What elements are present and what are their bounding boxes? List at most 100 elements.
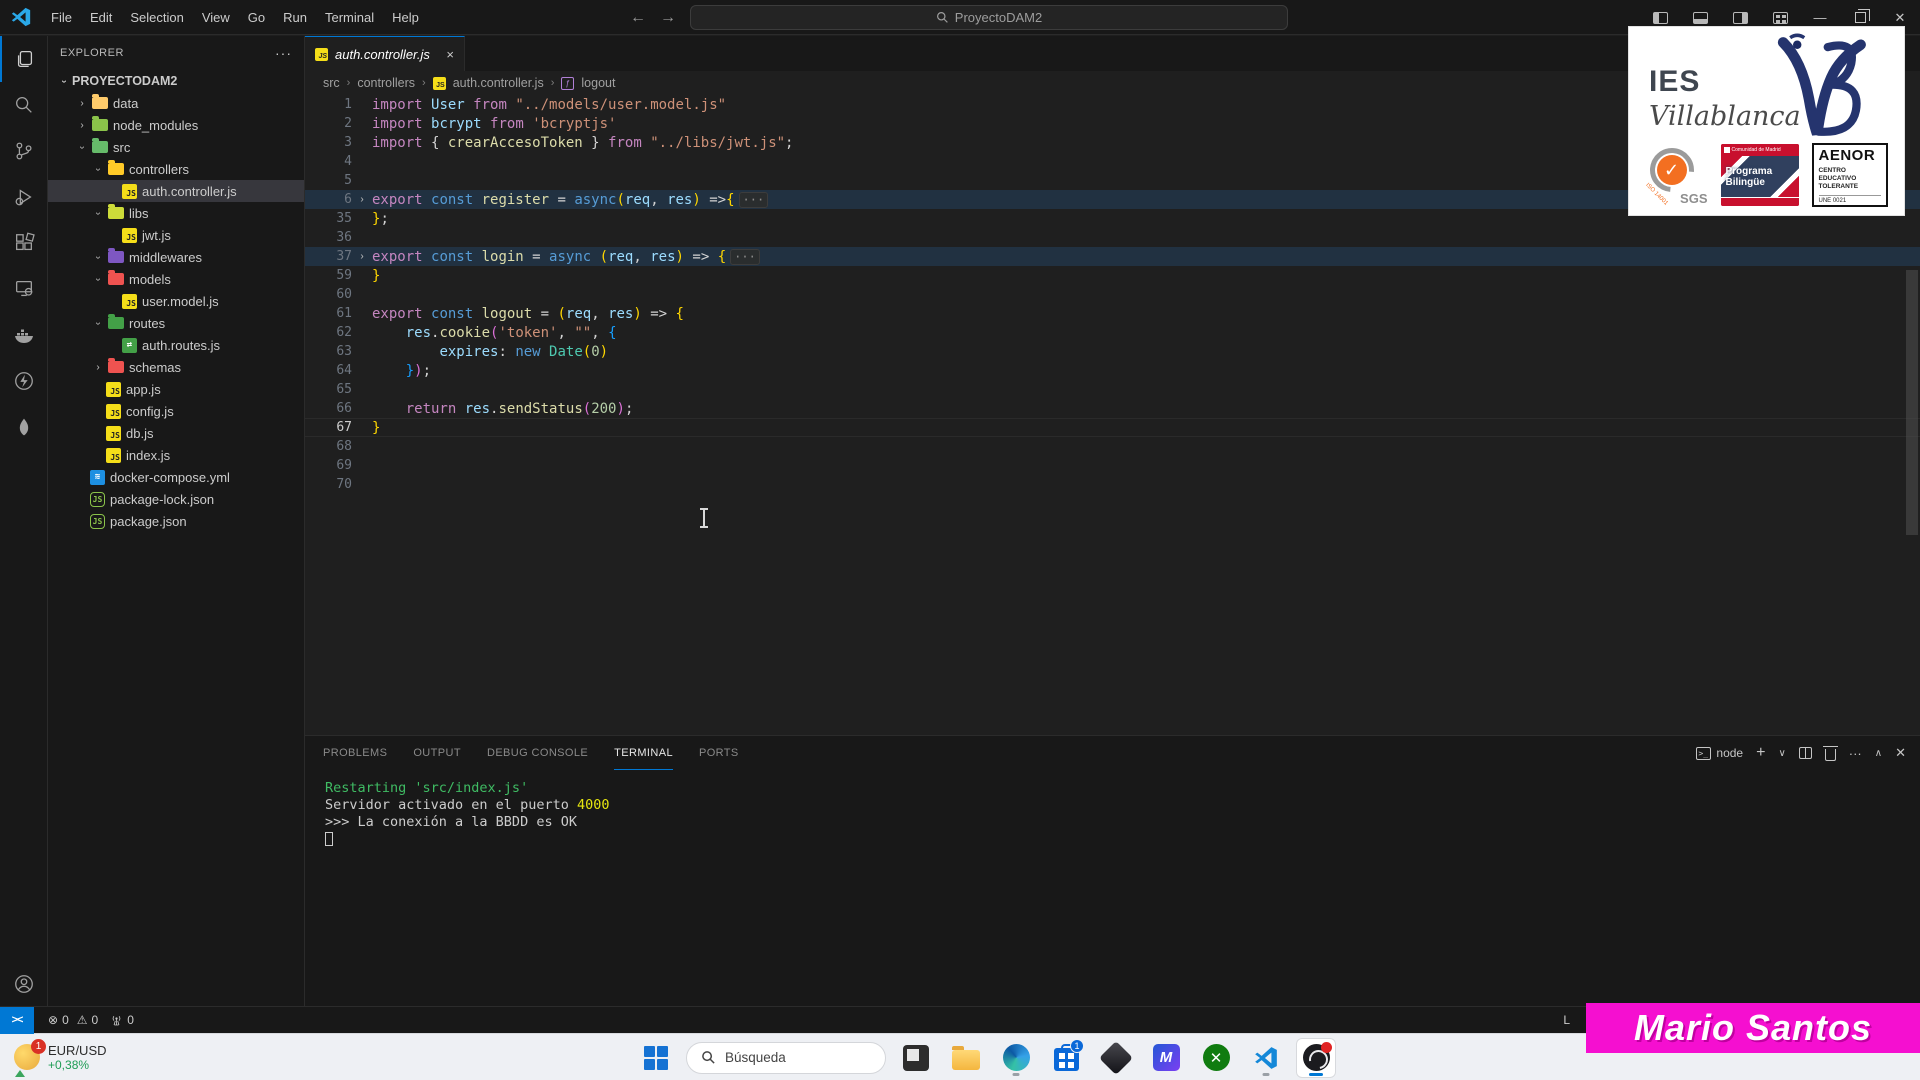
tree-item-data[interactable]: ›data xyxy=(48,92,304,114)
remote-indicator[interactable]: >< xyxy=(0,1007,34,1034)
tree-item-app-js[interactable]: JSapp.js xyxy=(48,378,304,400)
panel-tab-debug-console[interactable]: DEBUG CONSOLE xyxy=(487,736,588,770)
explorer-more-actions-icon[interactable]: ··· xyxy=(275,45,292,61)
code-line-69[interactable]: 69 xyxy=(305,456,1920,475)
taskbar-app-edge[interactable] xyxy=(996,1038,1036,1078)
panel-close-icon[interactable]: ✕ xyxy=(1895,745,1906,761)
explorer-icon[interactable] xyxy=(0,36,48,82)
terminal-output[interactable]: Restarting 'src/index.js'Servidor activa… xyxy=(305,770,1920,848)
code-line-68[interactable]: 68 xyxy=(305,437,1920,456)
panel-tab-terminal[interactable]: TERMINAL xyxy=(614,736,673,770)
ports-status[interactable]: 0 xyxy=(104,1013,140,1027)
taskbar-app-store[interactable]: 1 xyxy=(1046,1038,1086,1078)
line-number[interactable]: 66 xyxy=(305,401,352,416)
breadcrumb-src[interactable]: src xyxy=(323,76,340,90)
tree-item-package-lock-json[interactable]: JSpackage-lock.json xyxy=(48,488,304,510)
code-line-63[interactable]: 63 expires: new Date(0) xyxy=(305,342,1920,361)
panel-tab-problems[interactable]: PROBLEMS xyxy=(323,736,387,770)
menu-help[interactable]: Help xyxy=(383,0,428,35)
tree-item-controllers[interactable]: ›controllers xyxy=(48,158,304,180)
run-debug-icon[interactable] xyxy=(0,174,48,220)
tree-item-auth-routes-js[interactable]: ⇄auth.routes.js xyxy=(48,334,304,356)
code-line-36[interactable]: 36 xyxy=(305,228,1920,247)
panel-tab-output[interactable]: OUTPUT xyxy=(413,736,461,770)
menu-file[interactable]: File xyxy=(42,0,81,35)
terminal-process[interactable]: >_ node xyxy=(1696,746,1743,760)
mongodb-icon[interactable] xyxy=(0,404,48,450)
line-number[interactable]: 67 xyxy=(305,420,352,435)
tree-item-package-json[interactable]: JSpackage.json xyxy=(48,510,304,532)
line-number[interactable]: 60 xyxy=(305,287,352,302)
code-line-37[interactable]: 37›export const login = async (req, res)… xyxy=(305,247,1920,266)
taskbar-app-gem[interactable] xyxy=(1096,1038,1136,1078)
code-line-64[interactable]: 64 }); xyxy=(305,361,1920,380)
docker-icon[interactable] xyxy=(0,312,48,358)
kill-terminal-icon[interactable] xyxy=(1825,749,1836,761)
tree-item-models[interactable]: ›models xyxy=(48,268,304,290)
menu-go[interactable]: Go xyxy=(239,0,274,35)
tree-item-index-js[interactable]: JSindex.js xyxy=(48,444,304,466)
nav-forward-icon[interactable]: → xyxy=(660,9,676,27)
line-number[interactable]: 4 xyxy=(305,154,352,169)
editor-scrollbar[interactable] xyxy=(1906,270,1918,535)
line-number[interactable]: 70 xyxy=(305,477,352,492)
fold-chevron-icon[interactable]: › xyxy=(352,194,372,205)
taskbar-app-xbox[interactable]: ✕ xyxy=(1196,1038,1236,1078)
code-line-66[interactable]: 66 return res.sendStatus(200); xyxy=(305,399,1920,418)
nav-back-icon[interactable]: ← xyxy=(630,9,646,27)
breadcrumb-file[interactable]: auth.controller.js xyxy=(453,76,544,90)
line-number[interactable]: 61 xyxy=(305,306,352,321)
menu-selection[interactable]: Selection xyxy=(121,0,192,35)
tree-item-config-js[interactable]: JSconfig.js xyxy=(48,400,304,422)
tab-close-icon[interactable]: × xyxy=(446,47,454,62)
tree-item-schemas[interactable]: ›schemas xyxy=(48,356,304,378)
problems-status[interactable]: ⊗0 ⚠0 xyxy=(42,1013,104,1027)
menu-terminal[interactable]: Terminal xyxy=(316,0,383,35)
tree-item-libs[interactable]: ›libs xyxy=(48,202,304,224)
panel-more-actions-icon[interactable]: ··· xyxy=(1849,746,1862,761)
code-line-60[interactable]: 60 xyxy=(305,285,1920,304)
terminal-dropdown-icon[interactable]: ∨ xyxy=(1778,748,1785,759)
tree-item-src[interactable]: ›src xyxy=(48,136,304,158)
menu-edit[interactable]: Edit xyxy=(81,0,121,35)
line-number[interactable]: 35 xyxy=(305,211,352,226)
source-control-icon[interactable] xyxy=(0,128,48,174)
tab-auth-controller[interactable]: JS auth.controller.js × xyxy=(305,36,465,71)
line-number[interactable]: 2 xyxy=(305,116,352,131)
menu-view[interactable]: View xyxy=(193,0,239,35)
command-center-search[interactable]: ProyectoDAM2 xyxy=(690,5,1288,30)
line-number[interactable]: 65 xyxy=(305,382,352,397)
line-number[interactable]: 36 xyxy=(305,230,352,245)
taskbar-widget[interactable]: 1 EUR/USD +0,38% xyxy=(0,1034,121,1080)
taskbar-app-vscode[interactable] xyxy=(1246,1038,1286,1078)
tree-item-auth-controller-js[interactable]: JSauth.controller.js xyxy=(48,180,304,202)
thunder-client-icon[interactable] xyxy=(0,358,48,404)
taskbar-app-file-explorer[interactable] xyxy=(946,1038,986,1078)
account-icon[interactable] xyxy=(0,961,48,1007)
line-number[interactable]: 6 xyxy=(305,192,352,207)
tree-item-node-modules[interactable]: ›node_modules xyxy=(48,114,304,136)
menu-run[interactable]: Run xyxy=(274,0,316,35)
line-number[interactable]: 5 xyxy=(305,173,352,188)
extensions-icon[interactable] xyxy=(0,220,48,266)
start-button[interactable] xyxy=(636,1038,676,1078)
code-line-61[interactable]: 61export const logout = (req, res) => { xyxy=(305,304,1920,323)
split-terminal-icon[interactable] xyxy=(1799,747,1812,759)
tree-item-db-js[interactable]: JSdb.js xyxy=(48,422,304,444)
breadcrumb-controllers[interactable]: controllers xyxy=(357,76,415,90)
remote-explorer-icon[interactable] xyxy=(0,266,48,312)
tree-item-routes[interactable]: ›routes xyxy=(48,312,304,334)
panel-maximize-icon[interactable]: ∧ xyxy=(1875,748,1882,759)
taskbar-app-m[interactable]: M xyxy=(1146,1038,1186,1078)
line-number[interactable]: 1 xyxy=(305,97,352,112)
tree-item-user-model-js[interactable]: JSuser.model.js xyxy=(48,290,304,312)
code-line-65[interactable]: 65 xyxy=(305,380,1920,399)
line-number[interactable]: 64 xyxy=(305,363,352,378)
line-number[interactable]: 3 xyxy=(305,135,352,150)
line-number[interactable]: 37 xyxy=(305,249,352,264)
line-number[interactable]: 59 xyxy=(305,268,352,283)
taskbar-app-screenshot[interactable] xyxy=(896,1038,936,1078)
fold-chevron-icon[interactable]: › xyxy=(352,251,372,262)
code-line-59[interactable]: 59} xyxy=(305,266,1920,285)
tree-item-docker-compose-yml[interactable]: ≋docker-compose.yml xyxy=(48,466,304,488)
